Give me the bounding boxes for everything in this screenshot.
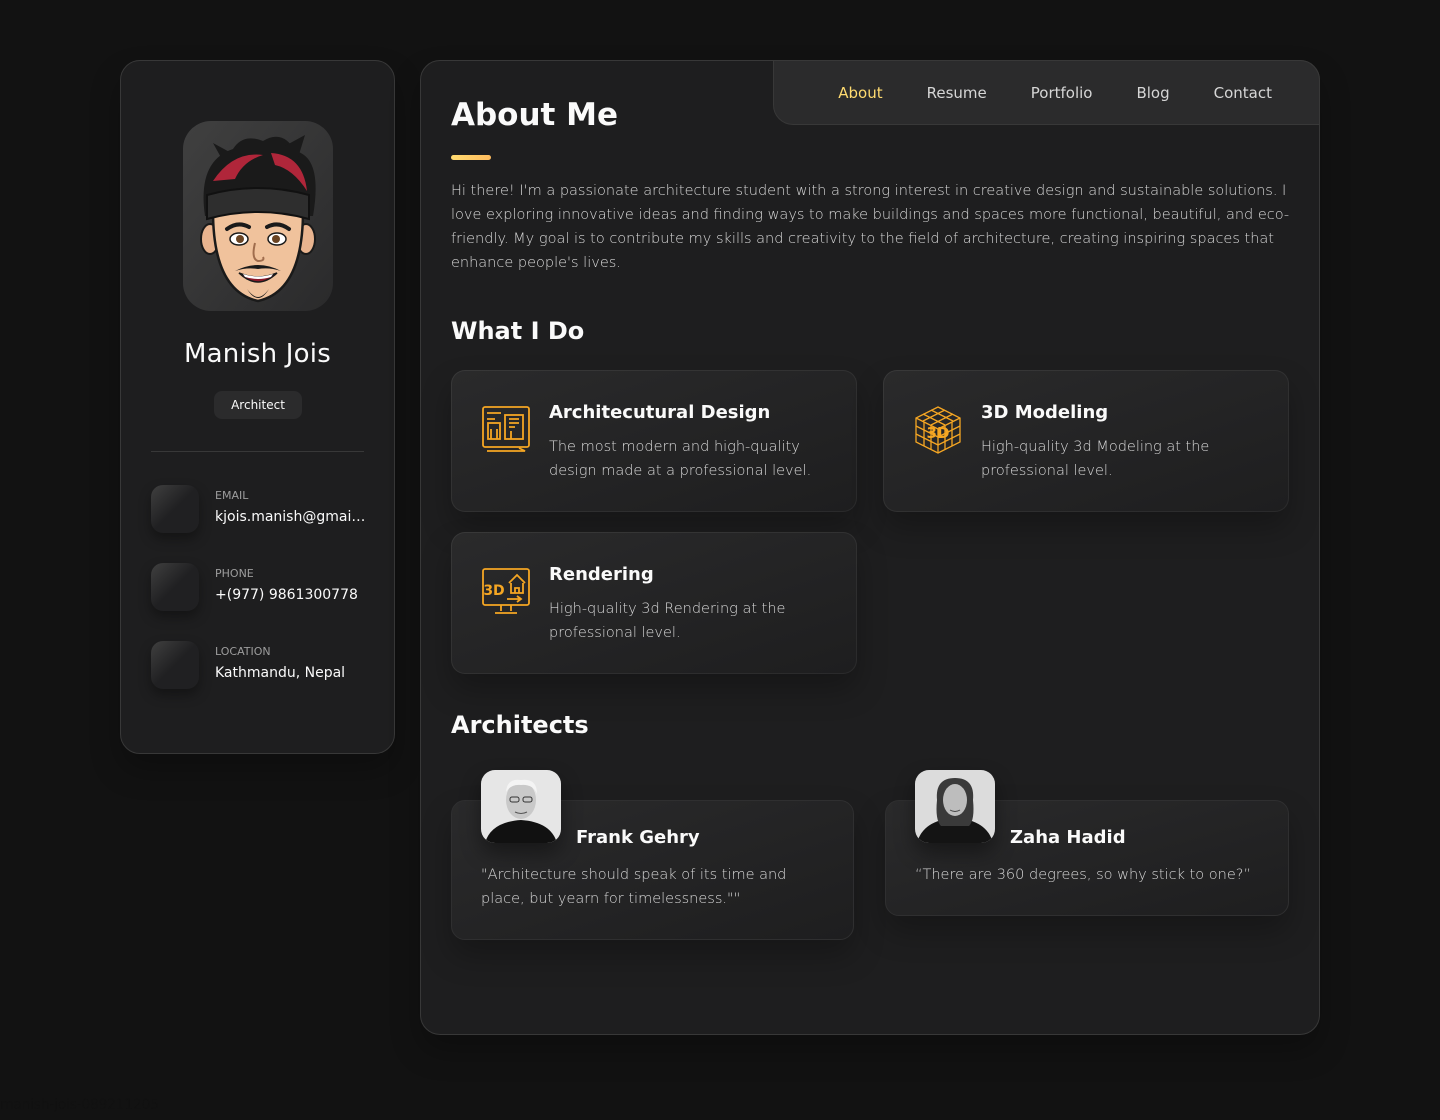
sidebar-separator <box>151 451 364 452</box>
service-card: 3D Rendering High-quality 3d Rendering a… <box>451 532 857 674</box>
nav-blog[interactable]: Blog <box>1136 84 1169 102</box>
footer-id: manish-jois-089211205 <box>0 1097 159 1113</box>
contact-label: PHONE <box>215 567 254 580</box>
profile-name: Manish Jois <box>184 339 331 369</box>
blueprint-icon <box>482 406 530 452</box>
architect-portrait <box>481 770 561 843</box>
architect-photo <box>915 770 995 843</box>
service-card: Architecutural Design The most modern an… <box>451 370 857 512</box>
3d-cube-icon: 3D <box>915 406 961 454</box>
main-content: About Resume Portfolio Blog Contact Abou… <box>420 60 1320 1035</box>
location-value: Kathmandu, Nepal <box>215 665 346 681</box>
architects-title: Architects <box>451 711 589 739</box>
architect-name: Frank Gehry <box>576 827 700 848</box>
mail-icon <box>151 485 199 533</box>
nav-portfolio[interactable]: Portfolio <box>1031 84 1093 102</box>
sidebar: Manish Jois Architect EMAIL kjois.manish… <box>120 60 395 754</box>
svg-text:3D: 3D <box>927 424 950 442</box>
architect-photo <box>481 770 561 843</box>
about-text: Hi there! I'm a passionate architecture … <box>451 183 1290 271</box>
service-title: Architecutural Design <box>549 402 771 423</box>
architect-quote: "Architecture should speak of its time a… <box>481 867 787 907</box>
service-desc: The most modern and high-quality design … <box>549 439 812 479</box>
nav-about[interactable]: About <box>838 84 882 102</box>
architect-name: Zaha Hadid <box>1010 827 1126 848</box>
service-desc: High-quality 3d Rendering at the profess… <box>549 601 786 641</box>
service-title: 3D Modeling <box>981 402 1109 423</box>
architect-quote: “There are 360 degrees, so why stick to … <box>915 867 1251 883</box>
avatar-illustration <box>200 135 316 303</box>
contact-email: EMAIL kjois.manish@gmail.com <box>151 485 367 533</box>
svg-text:3D: 3D <box>483 583 504 599</box>
location-icon <box>151 641 199 689</box>
contact-phone: PHONE +(977) 9861300778 <box>151 563 366 611</box>
nav-contact[interactable]: Contact <box>1214 84 1272 102</box>
title-underline <box>451 155 491 160</box>
service-title: Rendering <box>549 564 654 585</box>
nav-resume[interactable]: Resume <box>927 84 987 102</box>
service-desc: High-quality 3d Modeling at the professi… <box>981 439 1210 479</box>
3d-monitor-icon: 3D <box>482 568 530 614</box>
service-card: 3D 3D Modeling High-quality 3d Modeling … <box>883 370 1289 512</box>
navbar: About Resume Portfolio Blog Contact <box>773 60 1320 125</box>
architect-card[interactable]: Zaha Hadid “There are 360 degrees, so wh… <box>885 770 1289 916</box>
architect-card[interactable]: Frank Gehry "Architecture should speak o… <box>451 770 854 940</box>
phone-icon <box>151 563 199 611</box>
contact-label: LOCATION <box>215 645 271 658</box>
contact-location: LOCATION Kathmandu, Nepal <box>151 641 366 689</box>
avatar <box>183 121 333 311</box>
profile-title-badge: Architect <box>214 391 302 419</box>
page-title: About Me <box>451 97 619 133</box>
contact-label: EMAIL <box>215 489 249 502</box>
architect-portrait <box>915 770 995 843</box>
email-link[interactable]: kjois.manish@gmail.com <box>215 509 367 525</box>
phone-link[interactable]: +(977) 9861300778 <box>215 587 367 603</box>
services-title: What I Do <box>451 317 585 345</box>
